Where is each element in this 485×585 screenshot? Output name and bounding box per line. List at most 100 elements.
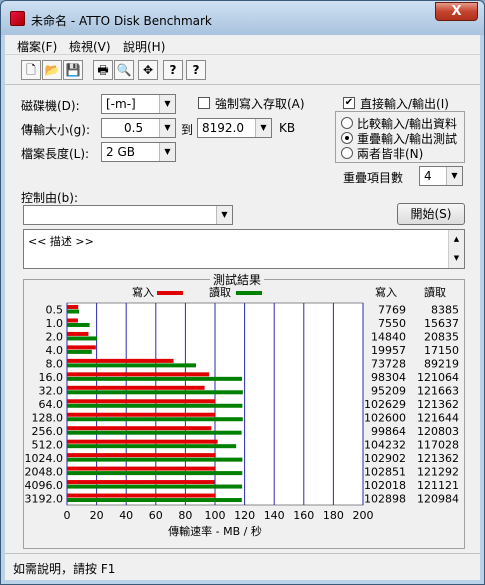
chevron-down-icon: ▼ — [446, 167, 462, 185]
transfer-size-label: 傳輸大小(g): — [21, 123, 91, 137]
force-write-label: 強制寫入存取(A) — [215, 97, 305, 111]
bar-read — [67, 484, 243, 489]
x-tick-label: 40 — [119, 509, 133, 522]
transfer-from-select[interactable]: 0.5 ▼ — [101, 118, 176, 138]
value-write: 102629 — [364, 398, 406, 411]
move-button[interactable]: ✥ — [138, 60, 158, 80]
bar-read — [67, 309, 80, 314]
value-write: 99864 — [371, 425, 406, 438]
value-read: 120984 — [417, 492, 459, 505]
y-tick-label: 4096.0 — [25, 479, 64, 492]
bar-write — [67, 358, 174, 363]
x-axis-label: 傳輸速率 - MB / 秒 — [168, 524, 262, 538]
description-box[interactable]: << 描述 >> ▲ ▼ — [23, 229, 465, 269]
transfer-to-select[interactable]: 8192.0 ▼ — [197, 118, 272, 138]
close-button[interactable]: X — [435, 2, 478, 21]
move-icon: ✥ — [142, 63, 154, 77]
value-write: 7550 — [378, 317, 406, 330]
bar-write — [67, 453, 216, 458]
force-write-checkbox[interactable] — [198, 97, 210, 109]
bar-read — [67, 444, 237, 449]
x-tick-label: 140 — [264, 509, 285, 522]
menu-bar: 檔案(F) 檢視(V) 說明(H) — [5, 35, 480, 55]
start-button[interactable]: 開始(S) — [397, 203, 465, 225]
x-tick-label: 120 — [234, 509, 255, 522]
bar-read — [67, 390, 243, 395]
column-header-write: 寫入 — [375, 285, 397, 299]
bar-write — [67, 345, 96, 350]
file-length-value: 2 GB — [106, 145, 135, 159]
value-write: 104232 — [364, 438, 406, 451]
chevron-down-icon: ▼ — [159, 95, 175, 113]
bar-read — [67, 363, 196, 368]
bar-read — [67, 430, 242, 435]
y-tick-label: 2048.0 — [25, 465, 64, 478]
y-tick-label: 16.0 — [39, 371, 64, 384]
column-header-read: 讀取 — [424, 285, 446, 299]
y-tick-label: 3192.0 — [25, 492, 64, 505]
x-tick-label: 160 — [293, 509, 314, 522]
radio-compare-io[interactable] — [341, 117, 353, 129]
value-write: 102600 — [364, 411, 406, 424]
print-preview-button[interactable]: 🔍 — [114, 60, 134, 80]
value-read: 121292 — [417, 465, 459, 478]
y-tick-label: 2.0 — [46, 331, 64, 344]
x-tick-label: 20 — [90, 509, 104, 522]
value-read: 20835 — [424, 331, 459, 344]
value-read: 117028 — [417, 438, 459, 451]
bar-read — [67, 498, 242, 503]
queue-depth-select[interactable]: 4 ▼ — [419, 166, 463, 186]
transfer-unit: KB — [279, 121, 296, 135]
transfer-from-value: 0.5 — [124, 121, 144, 135]
chevron-down-icon: ▼ — [255, 119, 271, 137]
file-length-select[interactable]: 2 GB ▼ — [101, 142, 176, 162]
value-read: 8385 — [431, 304, 459, 317]
legend-write-label: 寫入 — [132, 285, 154, 299]
app-window: 未命名 - ATTO Disk Benchmark X 檔案(F) 檢視(V) … — [0, 0, 485, 585]
app-icon — [10, 11, 25, 26]
value-read: 120803 — [417, 425, 459, 438]
menu-help[interactable]: 說明(H) — [123, 38, 165, 55]
value-read: 121362 — [417, 452, 459, 465]
value-read: 15637 — [424, 317, 459, 330]
bar-read — [67, 349, 92, 354]
help-icon: ? — [169, 63, 177, 77]
value-write: 102851 — [364, 465, 406, 478]
controlled-by-select[interactable]: ▼ — [23, 205, 233, 225]
new-button[interactable]: 🗋 — [21, 60, 41, 80]
bar-write — [67, 318, 78, 323]
menu-file[interactable]: 檔案(F) — [17, 38, 57, 55]
radio-neither[interactable] — [341, 147, 353, 159]
open-button[interactable]: 📂 — [42, 60, 62, 80]
legend-read-swatch — [236, 291, 262, 295]
x-tick-label: 100 — [205, 509, 226, 522]
save-button[interactable]: 💾 — [63, 60, 83, 80]
y-tick-label: 0.5 — [46, 304, 64, 317]
legend-write-swatch — [157, 291, 183, 295]
direct-io-checkbox[interactable]: ✔ — [343, 97, 355, 109]
description-scrollbar[interactable]: ▲ ▼ — [448, 230, 464, 268]
direct-io-label: 直接輸入/輸出(I) — [360, 97, 449, 111]
print-button[interactable]: 🖶 — [93, 60, 113, 80]
bar-write — [67, 439, 218, 444]
y-tick-label: 64.0 — [39, 398, 64, 411]
title-bar[interactable]: 未命名 - ATTO Disk Benchmark X — [1, 1, 484, 35]
bar-read — [67, 322, 90, 327]
y-tick-label: 1.0 — [46, 317, 64, 330]
context-help-button[interactable]: ? — [186, 60, 206, 80]
bar-read — [67, 376, 242, 381]
check-icon: ✔ — [344, 97, 354, 108]
menu-view[interactable]: 檢視(V) — [69, 38, 111, 55]
save-icon: 💾 — [65, 63, 81, 77]
radio-overlapped-io[interactable] — [341, 132, 353, 144]
bar-read — [67, 336, 98, 341]
controlled-by-label: 控制由(b): — [21, 191, 79, 205]
drive-label: 磁碟機(D): — [21, 99, 80, 113]
value-read: 17150 — [424, 344, 459, 357]
y-tick-label: 1024.0 — [25, 452, 64, 465]
y-tick-label: 256.0 — [32, 425, 64, 438]
value-write: 19957 — [371, 344, 406, 357]
bar-write — [67, 493, 216, 498]
drive-select[interactable]: [-m-] ▼ — [101, 94, 176, 114]
help-button[interactable]: ? — [163, 60, 183, 80]
